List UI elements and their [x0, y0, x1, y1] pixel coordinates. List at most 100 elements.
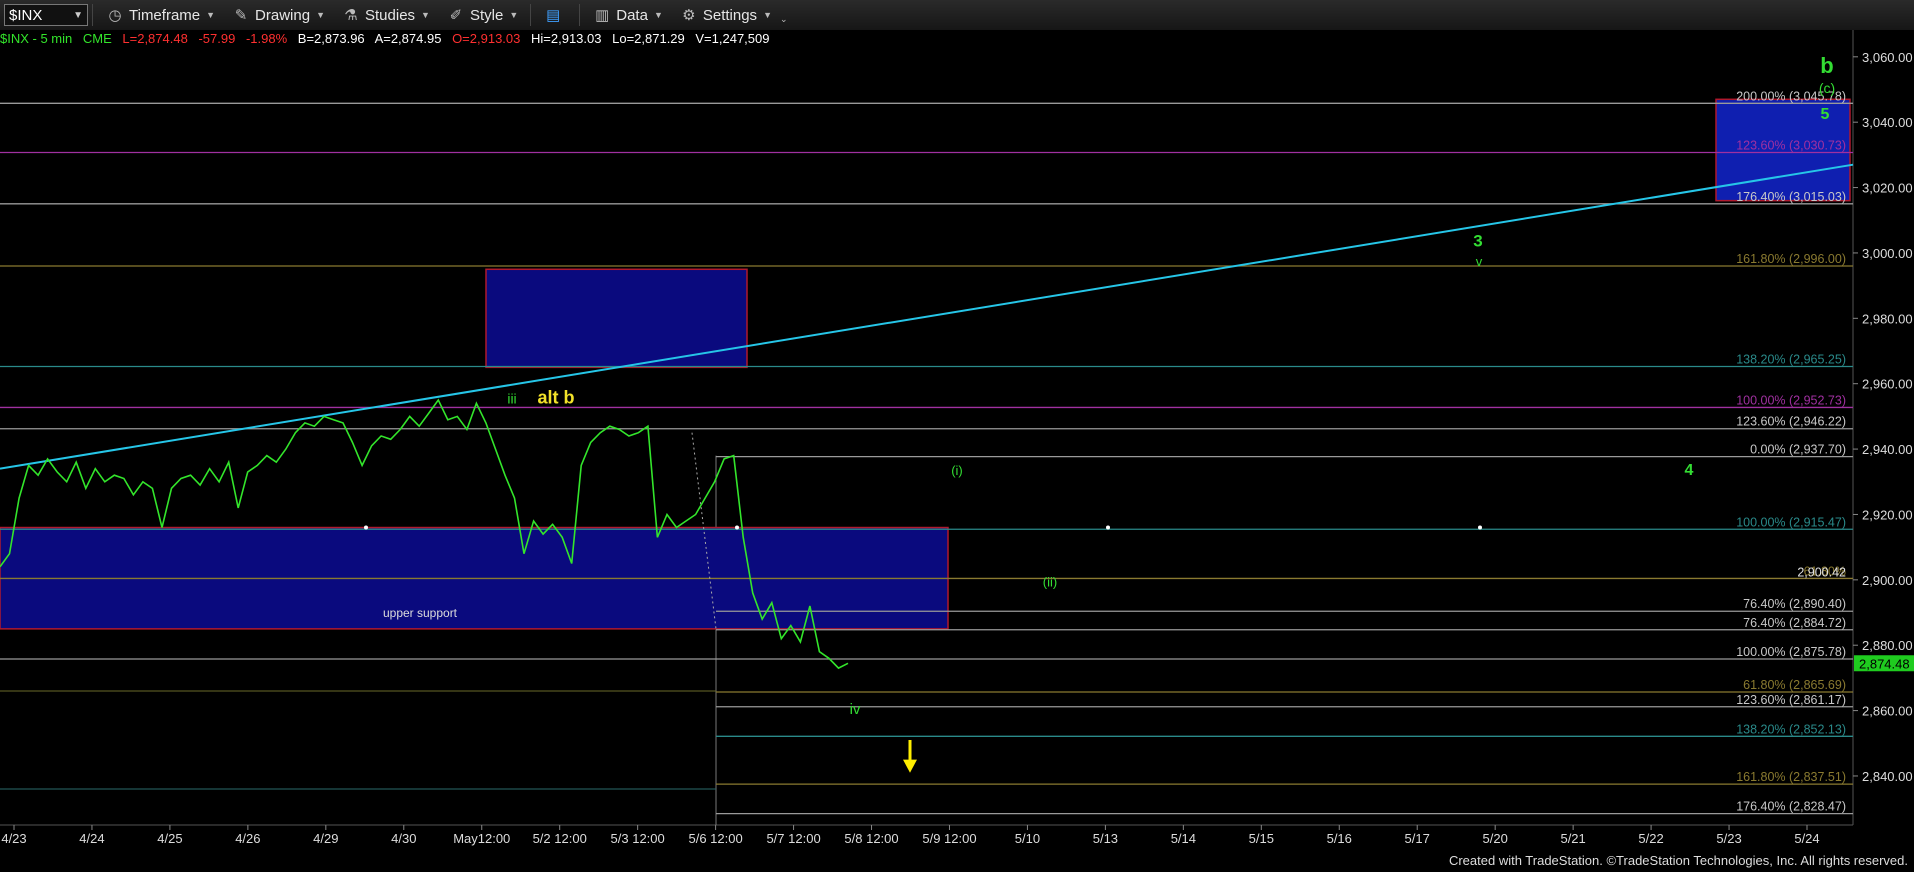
- low-price: Lo=2,871.29: [612, 31, 685, 46]
- fib-level-label: 100.00% (2,952.73): [1736, 393, 1846, 407]
- style-menu[interactable]: ✐ Style ▼: [438, 0, 526, 30]
- y-tick-label: 2,900.00: [1862, 573, 1913, 588]
- chevron-down-icon: ▼: [421, 10, 430, 20]
- fib-level-label: 161.80% (2,837.51): [1736, 770, 1846, 784]
- pencil-icon: ✎: [234, 7, 248, 24]
- x-tick-label: 4/26: [235, 831, 260, 846]
- y-tick-label: 3,020.00: [1862, 181, 1913, 196]
- fib-level-label: 161.80% (2,996.00): [1736, 252, 1846, 266]
- gear-icon: ⚙: [682, 7, 696, 24]
- fib-level-label: 176.40% (3,015.03): [1736, 190, 1846, 204]
- y-tick-label: 2,840.00: [1862, 769, 1913, 784]
- studies-label: Studies: [365, 6, 416, 24]
- chevron-down-icon: ▼: [316, 10, 325, 20]
- data-menu[interactable]: ▥ Data ▼: [584, 0, 671, 30]
- wave-label: 5: [1821, 106, 1830, 123]
- clock-icon: ◷: [108, 7, 122, 24]
- x-tick-label: May12:00: [453, 831, 510, 846]
- wave-label: (ii): [1043, 574, 1057, 589]
- price-chart[interactable]: 3,060.00 3,040.00 3,020.00 3,000.00 2,980.00…: [0, 30, 1914, 872]
- wave-label: (c): [1819, 80, 1835, 96]
- drawing-menu[interactable]: ✎ Drawing ▼: [223, 0, 333, 30]
- timeframe-menu[interactable]: ◷ Timeframe ▼: [97, 0, 223, 30]
- y-tick-label: 3,000.00: [1862, 246, 1913, 261]
- x-tick-label: 5/8 12:00: [844, 831, 898, 846]
- x-tick-label: 5/2 12:00: [533, 831, 587, 846]
- x-tick-label: 5/23: [1716, 831, 1741, 846]
- level-marker-dot: [1106, 525, 1110, 530]
- settings-label: Settings: [702, 6, 758, 24]
- x-tick-label: 5/20: [1483, 831, 1508, 846]
- copyright-footer: Created with TradeStation. ©TradeStation…: [1448, 853, 1908, 868]
- x-tick-label: 5/16: [1327, 831, 1352, 846]
- chevron-down-icon: ▼: [509, 10, 519, 20]
- annotation-price-label: 2,900.42: [1797, 565, 1846, 579]
- last-price: L=2,874.48: [122, 31, 188, 46]
- y-tick-label: 2,940.00: [1862, 442, 1913, 457]
- style-label: Style: [469, 6, 504, 24]
- settings-menu[interactable]: ⚙ Settings ▼ ⌄: [671, 0, 796, 30]
- toolbar-divider: [579, 4, 581, 26]
- y-tick-label: 3,040.00: [1862, 115, 1913, 130]
- chart-toolbar: $INX ▼ ◷ Timeframe ▼ ✎ Drawing ▼ ⚗ Studi…: [0, 0, 1914, 31]
- x-tick-label: 4/30: [391, 831, 416, 846]
- current-price-text: 2,874.48: [1859, 656, 1910, 671]
- exchange: CME: [82, 31, 112, 46]
- wave-label: 3: [1473, 231, 1482, 250]
- fib-level-label: 176.40% (2,828.47): [1736, 800, 1846, 814]
- y-tick-label: 2,980.00: [1862, 311, 1913, 326]
- wave-label: iii: [507, 390, 516, 406]
- x-tick-label: 5/15: [1249, 831, 1274, 846]
- level-marker-dot: [1478, 525, 1482, 530]
- y-tick-label: 2,960.00: [1862, 377, 1913, 392]
- data-label: Data: [616, 6, 648, 24]
- y-tick-label: 3,060.00: [1862, 50, 1913, 65]
- x-tick-label: 5/6 12:00: [688, 831, 742, 846]
- high-price: Hi=2,913.03: [531, 31, 602, 46]
- wave-label: (i): [951, 463, 963, 478]
- net-change: -57.99: [198, 31, 236, 46]
- y-tick-label: 2,880.00: [1862, 638, 1913, 653]
- support-zone-label: upper support: [383, 606, 458, 620]
- timeframe-label: Timeframe: [129, 6, 201, 24]
- toolbar-divider: [92, 4, 93, 26]
- chart-background: [0, 30, 1914, 872]
- volume: V=1,247,509: [695, 31, 770, 46]
- chevron-down-icon: ▼: [206, 10, 216, 20]
- fib-level-label: 123.60% (2,861.17): [1736, 693, 1846, 707]
- fib-level-label: 123.60% (3,030.73): [1736, 138, 1846, 152]
- wave-label: alt b: [537, 387, 574, 407]
- x-tick-label: 5/22: [1638, 831, 1663, 846]
- open-price: O=2,913.03: [452, 31, 521, 46]
- fib-level-label: 138.20% (2,965.25): [1736, 353, 1846, 367]
- chevron-down-small-icon: ⌄: [779, 13, 788, 24]
- x-tick-label: 5/13: [1093, 831, 1118, 846]
- brush-icon: ✐: [449, 7, 463, 24]
- chevron-down-icon: ▼: [73, 9, 83, 21]
- fib-level-label: 100.00% (2,915.47): [1736, 515, 1846, 529]
- x-tick-label: 5/21: [1560, 831, 1585, 846]
- layout-button[interactable]: ▤: [535, 0, 575, 30]
- y-tick-label: 2,860.00: [1862, 704, 1913, 719]
- wave-label: iv: [850, 701, 861, 718]
- percent-change: -1.98%: [245, 31, 288, 46]
- studies-menu[interactable]: ⚗ Studies ▼: [333, 0, 438, 30]
- toolbar-divider: [530, 4, 532, 26]
- x-tick-label: 5/7 12:00: [766, 831, 820, 846]
- x-tick-label: 4/25: [157, 831, 182, 846]
- y-tick-label: 2,920.00: [1862, 507, 1913, 522]
- fib-level-label: 76.40% (2,884.72): [1743, 616, 1846, 630]
- fib-level-label: 0.00% (2,937.70): [1750, 443, 1846, 457]
- level-marker-dot: [364, 525, 368, 530]
- x-tick-label: 5/10: [1015, 831, 1040, 846]
- x-tick-label: 4/29: [313, 831, 338, 846]
- x-tick-label: 5/14: [1171, 831, 1196, 846]
- x-tick-label: 5/24: [1794, 831, 1819, 846]
- chart-title: $INX - 5 min: [0, 31, 73, 46]
- symbol-selector[interactable]: $INX ▼: [4, 4, 88, 26]
- chevron-down-icon: ▼: [763, 10, 772, 20]
- level-marker-dot: [735, 525, 739, 530]
- fib-level-label: 61.80% (2,865.69): [1743, 678, 1846, 692]
- wave-label: 4: [1685, 462, 1694, 479]
- drawing-label: Drawing: [255, 6, 311, 24]
